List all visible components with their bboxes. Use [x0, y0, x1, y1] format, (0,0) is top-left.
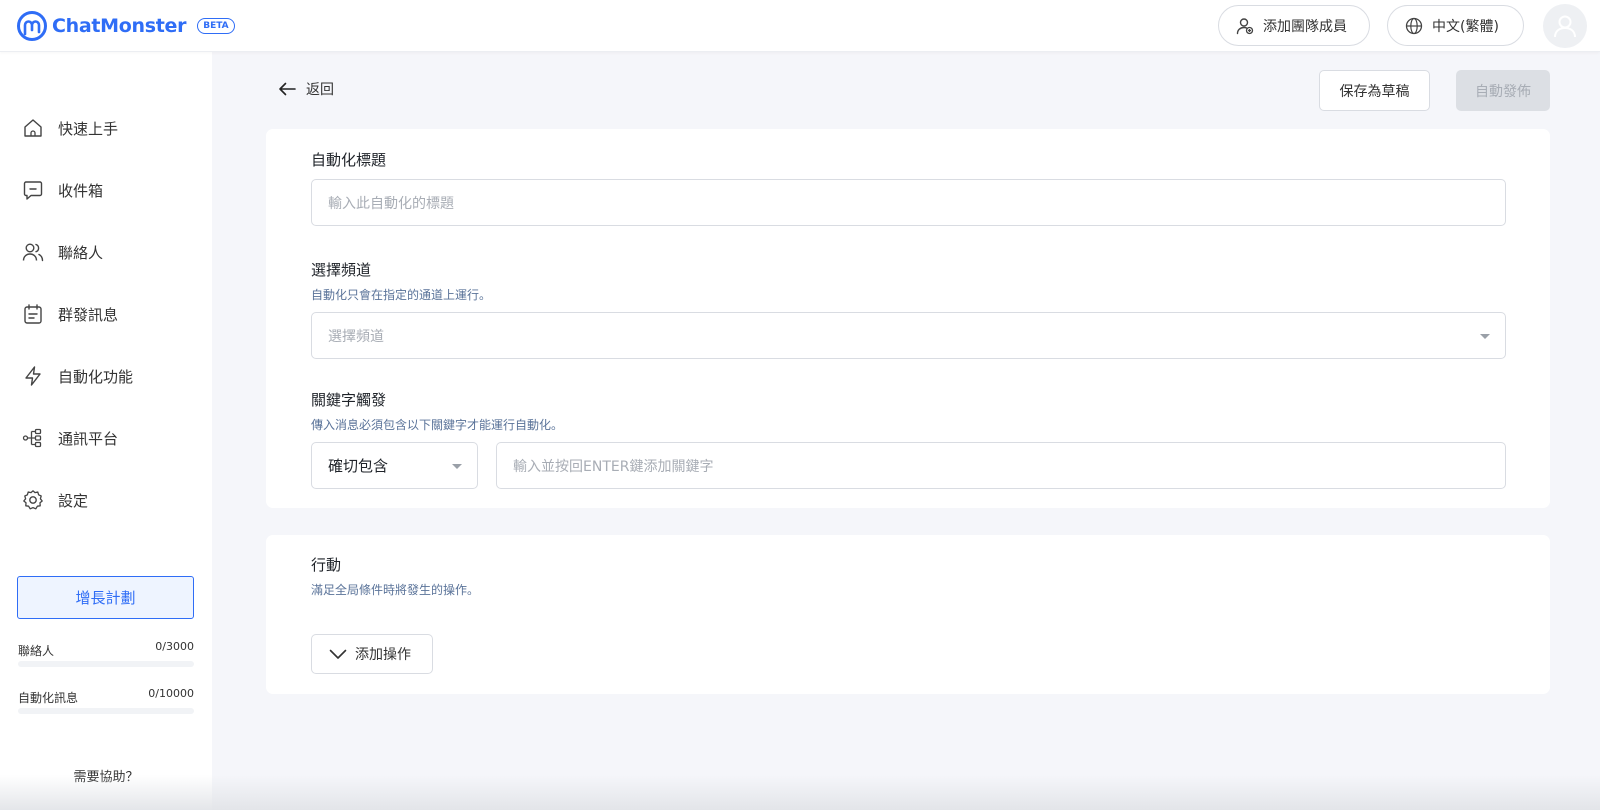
- language-selector[interactable]: 中文(繁體): [1387, 5, 1524, 46]
- broadcast-icon: [24, 304, 42, 324]
- actions-help: 滿足全局條件時將發生的操作。: [311, 583, 480, 597]
- add-action-button[interactable]: 添加操作: [311, 634, 433, 674]
- sidebar: 快速上手 收件箱 聯絡人 群發訊息 自動化功能 通訊平台 設定 增長計劃 聯絡人…: [0, 52, 212, 810]
- back-button[interactable]: 返回: [278, 79, 334, 99]
- actions-card: 行動 滿足全局條件時將發生的操作。 添加操作: [266, 535, 1550, 694]
- save-draft-button[interactable]: 保存為草稿: [1319, 70, 1430, 111]
- usage-label: 自動化訊息: [18, 691, 79, 705]
- keyword-match-select[interactable]: 確切包含: [311, 442, 478, 489]
- sidebar-item-contacts[interactable]: 聯絡人: [0, 230, 212, 274]
- beta-badge: BETA: [197, 18, 235, 34]
- back-label: 返回: [306, 82, 334, 98]
- channel-label: 選擇頻道: [311, 261, 372, 279]
- channel-select-placeholder: 選擇頻道: [328, 328, 384, 345]
- caret-down-icon: [452, 464, 462, 469]
- sidebar-item-settings[interactable]: 設定: [0, 478, 212, 522]
- sidebar-item-automation[interactable]: 自動化功能: [0, 354, 212, 398]
- usage-value: 0/10000: [148, 687, 194, 700]
- sidebar-item-quick-start[interactable]: 快速上手: [0, 106, 212, 150]
- sidebar-item-channels[interactable]: 通訊平台: [0, 416, 212, 460]
- automation-title-label: 自動化標題: [311, 151, 387, 169]
- keyword-input[interactable]: 輸入並按回ENTER鍵添加關鍵字: [496, 442, 1506, 489]
- usage-value: 0/3000: [155, 640, 194, 653]
- sidebar-item-label: 收件箱: [58, 181, 104, 200]
- sidebar-item-inbox[interactable]: 收件箱: [0, 168, 212, 212]
- arrow-left-icon: [279, 82, 296, 96]
- keyword-match-value: 確切包含: [328, 457, 389, 475]
- brand-logo[interactable]: ChatMonster BETA: [17, 11, 235, 41]
- trigger-settings-card: 自動化標題 輸入此自動化的標題 選擇頻道 自動化只會在指定的通道上運行。 選擇頻…: [266, 129, 1550, 508]
- sidebar-item-label: 通訊平台: [58, 429, 119, 448]
- add-user-icon: [1236, 17, 1254, 35]
- add-action-label: 添加操作: [355, 647, 411, 663]
- sidebar-item-label: 快速上手: [58, 119, 119, 138]
- user-icon: [1554, 15, 1576, 38]
- usage-contacts: 聯絡人 0/3000: [18, 640, 194, 659]
- caret-down-icon: [1480, 334, 1490, 339]
- usage-label: 聯絡人: [18, 644, 55, 658]
- language-label: 中文(繁體): [1432, 18, 1499, 35]
- auto-publish-button[interactable]: 自動發佈: [1456, 70, 1550, 111]
- sidebar-item-label: 設定: [58, 491, 89, 510]
- usage-automation-bar: [18, 708, 194, 714]
- usage-automation-messages: 自動化訊息 0/10000: [18, 687, 194, 706]
- growth-plan-button[interactable]: 增長計劃: [17, 576, 194, 619]
- user-avatar[interactable]: [1543, 4, 1587, 48]
- channel-select[interactable]: 選擇頻道: [311, 312, 1506, 359]
- sidebar-item-broadcast[interactable]: 群發訊息: [0, 292, 212, 336]
- keyword-trigger-label: 關鍵字觸發: [311, 391, 387, 409]
- channels-icon: [22, 428, 42, 448]
- automation-title-input[interactable]: 輸入此自動化的標題: [311, 179, 1506, 226]
- contacts-icon: [22, 243, 44, 262]
- lightning-icon: [25, 366, 41, 386]
- home-icon: [24, 119, 42, 137]
- sidebar-item-label: 自動化功能: [58, 367, 134, 386]
- chevron-down-icon: [329, 649, 347, 660]
- add-team-member-label: 添加團隊成員: [1263, 18, 1347, 35]
- inbox-icon: [23, 181, 43, 200]
- bottom-shadow: [0, 775, 1600, 810]
- gear-icon: [23, 490, 43, 510]
- sidebar-item-label: 群發訊息: [58, 305, 119, 324]
- brand-name: ChatMonster: [52, 15, 187, 37]
- top-bar: ChatMonster BETA 添加團隊成員 中文(繁體): [0, 0, 1600, 52]
- sidebar-item-label: 聯絡人: [58, 243, 104, 262]
- actions-label: 行動: [311, 556, 342, 574]
- add-team-member-button[interactable]: 添加團隊成員: [1218, 5, 1370, 46]
- keyword-trigger-help: 傳入消息必須包含以下關鍵字才能運行自動化。: [311, 418, 564, 432]
- help-link[interactable]: 需要協助？: [0, 766, 212, 785]
- channel-help: 自動化只會在指定的通道上運行。: [311, 288, 492, 302]
- globe-icon: [1405, 17, 1423, 35]
- chatmonster-logo-icon: [17, 11, 47, 41]
- usage-contacts-bar: [18, 661, 194, 667]
